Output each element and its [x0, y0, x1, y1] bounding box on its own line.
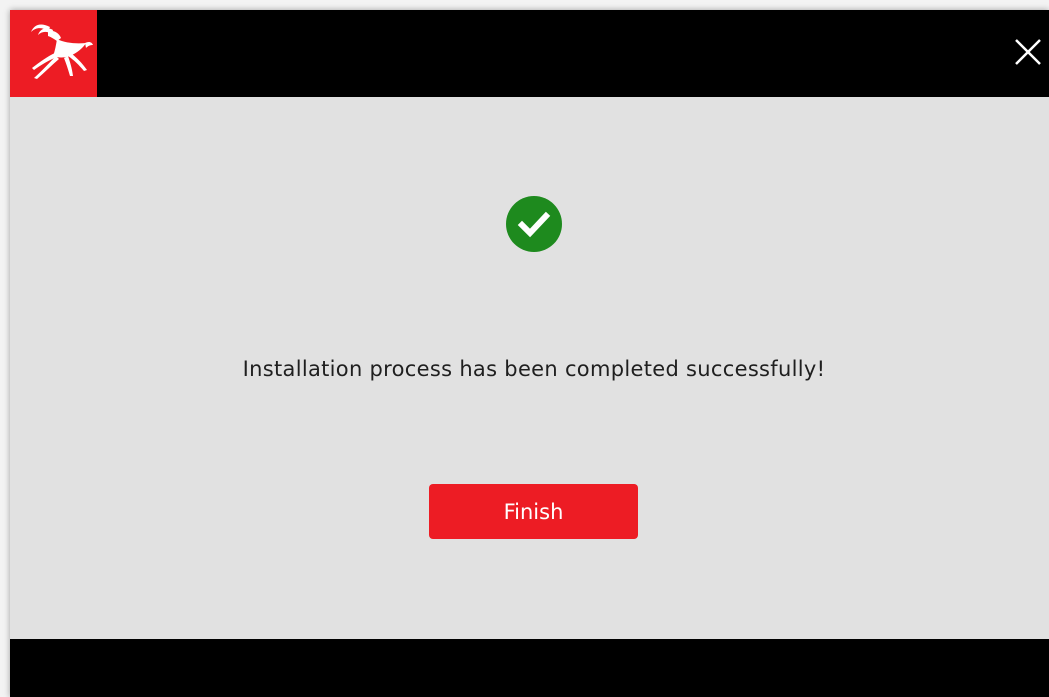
title-bar — [10, 10, 1049, 97]
completion-message: Installation process has been completed … — [242, 357, 826, 381]
close-icon — [1015, 39, 1041, 65]
close-button[interactable] — [1005, 33, 1049, 73]
finish-button[interactable]: Finish — [429, 484, 638, 539]
main-content: Installation process has been completed … — [10, 97, 1049, 639]
success-check-icon — [506, 196, 562, 252]
brand-logo — [10, 10, 97, 97]
installer-window: Installation process has been completed … — [10, 10, 1049, 697]
bottom-bar — [10, 639, 1049, 697]
gazelle-logo-icon — [31, 24, 93, 79]
